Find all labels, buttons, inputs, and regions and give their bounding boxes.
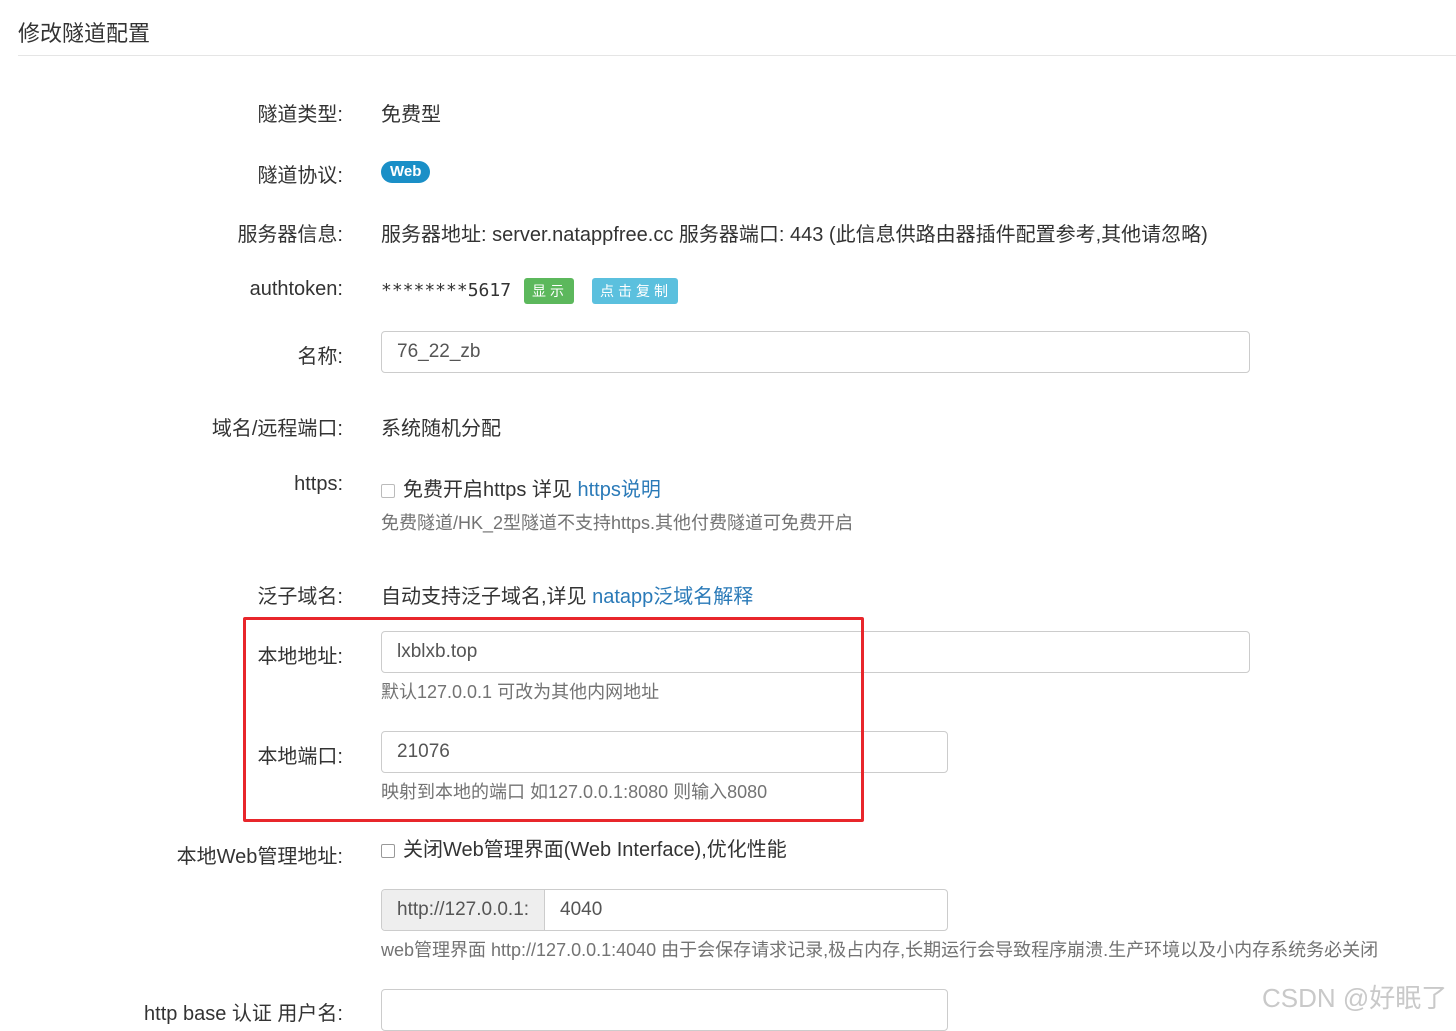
- name-input[interactable]: 76_22_zb: [381, 331, 1250, 373]
- page-title: 修改隧道配置: [18, 21, 151, 46]
- domain-port-value: 系统随机分配: [381, 418, 501, 440]
- web-admin-prefix: http://127.0.0.1:: [382, 890, 546, 930]
- highlight-box: [243, 617, 864, 822]
- name-label: 名称:: [297, 346, 343, 368]
- http-auth-username-input[interactable]: [381, 989, 948, 1031]
- wildcard-doc-link[interactable]: natapp泛域名解释: [592, 586, 753, 608]
- wildcard-text: 自动支持泛子域名,详见: [381, 586, 593, 608]
- web-admin-row: 关闭Web管理界面(Web Interface),优化性能: [381, 833, 787, 862]
- https-row: 免费开启https 详见 https说明: [381, 473, 661, 502]
- disable-web-admin-text: 关闭Web管理界面(Web Interface),优化性能: [403, 839, 787, 861]
- domain-port-label: 域名/远程端口:: [211, 418, 343, 440]
- http-auth-label: http base 认证 用户名:: [144, 1003, 343, 1025]
- csdn-watermark: CSDN @好眠了: [1262, 983, 1448, 1013]
- show-token-button[interactable]: 显示: [524, 278, 574, 304]
- https-label: https:: [294, 473, 343, 495]
- web-admin-port-input[interactable]: 4040: [545, 890, 617, 930]
- title-divider: [18, 55, 1456, 56]
- disable-web-admin-checkbox[interactable]: [381, 843, 395, 858]
- tunnel-type-label: 隧道类型:: [257, 104, 343, 126]
- https-help: 免费隧道/HK_2型隧道不支持https.其他付费隧道可免费开启: [381, 513, 854, 533]
- web-admin-address-group: http://127.0.0.1: 4040: [381, 889, 948, 931]
- wildcard-label: 泛子域名:: [257, 586, 343, 608]
- server-info-label: 服务器信息:: [237, 224, 343, 246]
- copy-token-button[interactable]: 点击复制: [592, 278, 678, 304]
- web-admin-label: 本地Web管理地址:: [176, 846, 343, 868]
- wildcard-value: 自动支持泛子域名,详见 natapp泛域名解释: [381, 580, 753, 609]
- authtoken-label: authtoken:: [249, 278, 343, 300]
- protocol-label: 隧道协议:: [257, 165, 343, 187]
- protocol-badge: Web: [381, 161, 431, 183]
- tunnel-type-value: 免费型: [381, 104, 441, 126]
- https-checkbox-text: 免费开启https 详见: [403, 479, 578, 501]
- web-admin-help: web管理界面 http://127.0.0.1:4040 由于会保存请求记录,…: [381, 940, 1379, 960]
- server-info-value: 服务器地址: server.natappfree.cc 服务器端口: 443 (…: [381, 224, 1208, 246]
- https-checkbox[interactable]: [381, 483, 395, 498]
- https-doc-link[interactable]: https说明: [577, 479, 660, 501]
- authtoken-masked: ********5617: [381, 280, 512, 301]
